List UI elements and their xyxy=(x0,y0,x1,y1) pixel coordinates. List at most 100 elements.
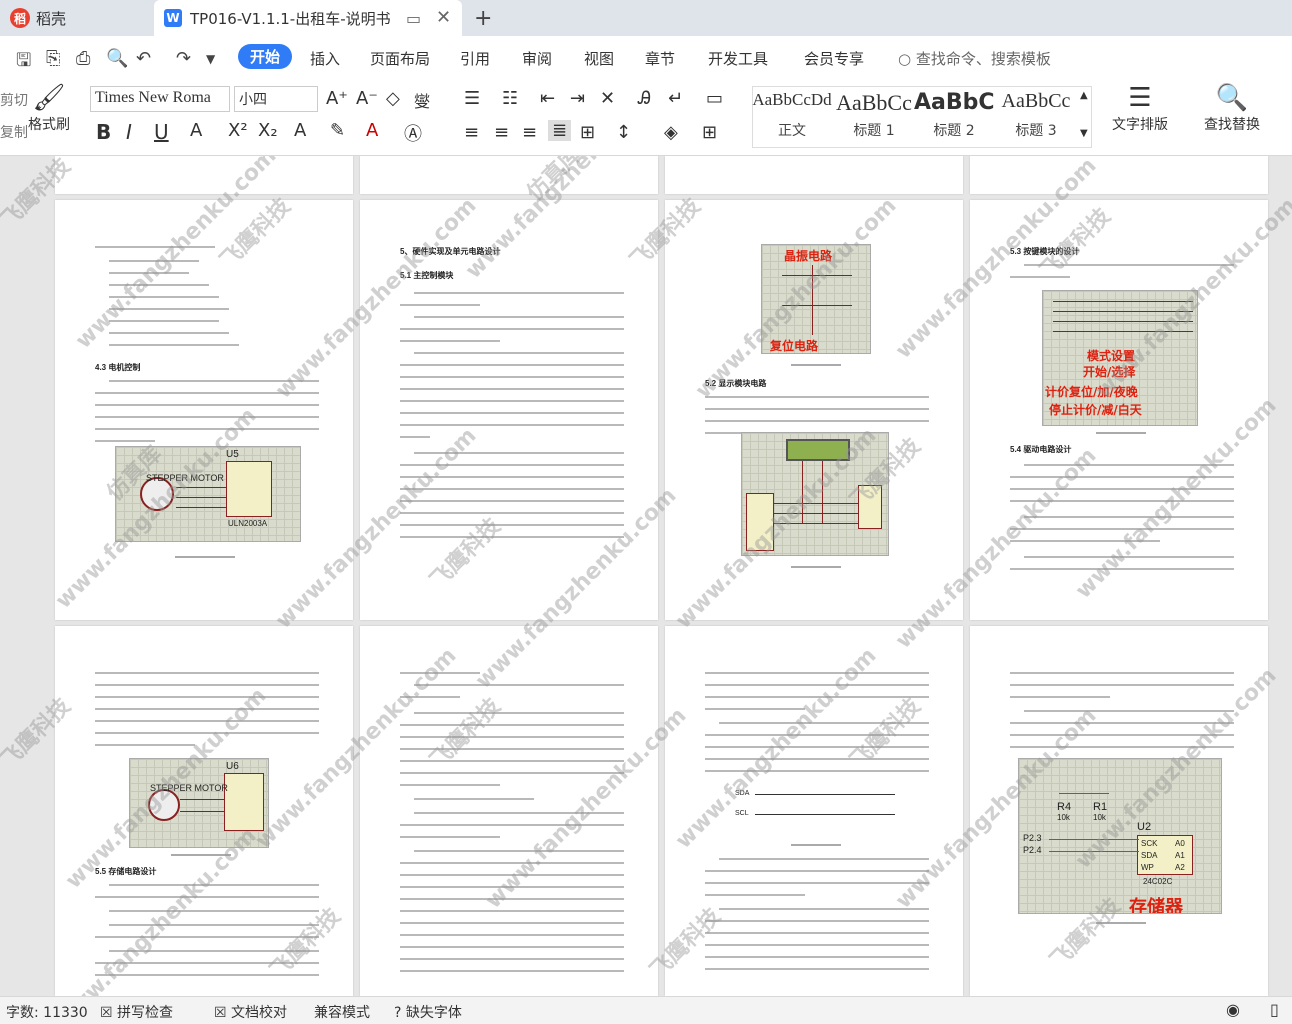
text-effect-icon[interactable]: A xyxy=(294,120,306,141)
resistor-r4-label: R4 xyxy=(1057,801,1072,813)
borders-icon[interactable]: ⊞ xyxy=(702,122,717,143)
section-heading: 4.3 电机控制 xyxy=(95,363,141,372)
text-layout-icon: ☰ xyxy=(1128,83,1152,113)
char-border-icon[interactable]: Ⓐ xyxy=(404,120,422,146)
copy-button[interactable]: 复制 xyxy=(0,122,28,142)
chinese-layout-icon[interactable]: ✕ xyxy=(600,88,615,109)
style-heading-2[interactable]: AaBbC 标题 2 xyxy=(914,90,994,146)
search-command[interactable]: ○ 查找命令、搜索模板 xyxy=(898,48,1051,69)
menu-dev-tools[interactable]: 开发工具 xyxy=(708,48,768,69)
close-tab-icon[interactable]: ✕ xyxy=(436,7,451,28)
phonetic-icon[interactable]: 燮 xyxy=(414,88,430,112)
pin-label: WP xyxy=(1141,863,1154,872)
align-right-icon[interactable]: ≡ xyxy=(522,122,537,143)
doc-proof-button[interactable]: ☒ 文档校对 xyxy=(214,1002,287,1022)
print-icon[interactable]: ⎙ xyxy=(76,48,90,69)
print-preview-icon[interactable]: 🔍 xyxy=(106,48,128,69)
menu-view[interactable]: 视图 xyxy=(584,48,614,69)
style-scroll-up-icon[interactable]: ▲ xyxy=(1080,90,1088,101)
menu-chapter[interactable]: 章节 xyxy=(645,48,675,69)
bullet-list-icon[interactable]: ☰ xyxy=(464,88,480,109)
style-normal[interactable]: AaBbCcDd 正文 xyxy=(752,90,832,146)
decrease-indent-icon[interactable]: ⇤ xyxy=(540,88,555,109)
subscript-icon[interactable]: X₂ xyxy=(258,120,278,141)
shading-icon[interactable]: ◈ xyxy=(664,122,678,143)
text-direction-icon[interactable]: Ꭿ xyxy=(638,88,651,109)
underline-icon[interactable]: U xyxy=(154,120,169,144)
line-break-icon[interactable]: ↵ xyxy=(668,88,683,109)
find-replace-button[interactable]: 🔍 查找替换 xyxy=(1204,82,1260,134)
docer-logo-icon: 稻 xyxy=(10,8,30,28)
save-icon[interactable]: 🖫 xyxy=(16,48,31,78)
new-tab-button[interactable]: + xyxy=(474,6,492,31)
crystal-reset-schematic: 晶振电路 复位电路 xyxy=(761,244,871,354)
page-view-icon[interactable]: ▯ xyxy=(1270,1000,1279,1019)
text-layout-button[interactable]: ☰ 文字排版 xyxy=(1112,82,1168,134)
wps-writer-window: 稻 稻壳 W TP016-V1.1.1-出租车-说明书 ▭ ✕ + 🖫 ⎘ ⎙ … xyxy=(0,0,1292,1024)
word-count[interactable]: 字数: 11330 xyxy=(6,1002,88,1022)
page-5: U6 STEPPER MOTOR 5.5 存储电路设计 xyxy=(55,626,353,996)
grow-font-icon[interactable]: A⁺ xyxy=(326,88,348,109)
distribute-icon[interactable]: ⊞ xyxy=(580,122,595,143)
justify-icon[interactable]: ≣ xyxy=(548,120,572,141)
numbered-list-icon[interactable]: ☷ xyxy=(502,88,518,109)
clear-format-icon[interactable]: ◇ xyxy=(386,88,400,109)
search-command-label: 查找命令、搜索模板 xyxy=(915,50,1051,68)
redo-icon[interactable]: ↷ xyxy=(176,48,191,69)
format-painter-label: 格式刷 xyxy=(28,117,70,133)
superscript-icon[interactable]: X² xyxy=(228,120,248,141)
shrink-font-icon[interactable]: A⁻ xyxy=(356,88,378,109)
missing-font-button[interactable]: ? 缺失字体 xyxy=(394,1002,462,1022)
ruler-icon[interactable]: ▭ xyxy=(706,88,723,109)
style-heading-3-name: 标题 3 xyxy=(1015,123,1057,139)
font-name-select[interactable]: Times New Roma xyxy=(90,86,230,112)
schematic-ref: U6 xyxy=(226,761,239,772)
cut-button[interactable]: 剪切 xyxy=(0,90,28,110)
status-bar: 字数: 11330 ☒ 拼写检查 ☒ 文档校对 兼容模式 ? 缺失字体 ◉ ▯ xyxy=(0,996,1292,1024)
style-heading-1-name: 标题 1 xyxy=(853,123,895,139)
document-area[interactable]: 4.3 电机控制 U5 ULN2003A STEPPER MOTOR 5、硬件实… xyxy=(0,156,1292,996)
menu-insert[interactable]: 插入 xyxy=(310,48,340,69)
writer-doc-icon: W xyxy=(164,9,182,27)
page-4: 5.3 按键模块的设计 模式设置 开始/选择 计价复位/加/夜晚 停止计价/减/… xyxy=(970,200,1268,620)
keypad-schematic: 模式设置 开始/选择 计价复位/加/夜晚 停止计价/减/白天 xyxy=(1042,290,1198,426)
menu-reference[interactable]: 引用 xyxy=(460,48,490,69)
page xyxy=(970,156,1268,194)
schematic-label: STEPPER MOTOR xyxy=(146,473,224,483)
key-label: 停止计价/减/白天 xyxy=(1049,403,1142,417)
bold-icon[interactable]: B xyxy=(96,120,111,144)
subsection-heading: 5.2 显示模块电路 xyxy=(705,379,767,388)
schematic-ref: U5 xyxy=(226,449,239,460)
menu-review[interactable]: 审阅 xyxy=(522,48,552,69)
style-heading-1[interactable]: AaBbCc 标题 1 xyxy=(834,90,914,146)
doc-proof-label: 文档校对 xyxy=(231,1005,288,1021)
menu-page-layout[interactable]: 页面布局 xyxy=(370,48,430,69)
export-pdf-icon[interactable]: ⎘ xyxy=(46,48,60,69)
line-spacing-icon[interactable]: ↕ xyxy=(616,122,631,143)
strikethrough-icon[interactable]: A xyxy=(190,120,202,141)
spell-check-button[interactable]: ☒ 拼写检查 xyxy=(100,1002,173,1022)
screen-icon[interactable]: ▭ xyxy=(406,9,421,28)
format-painter-button[interactable]: 🖌 格式刷 xyxy=(28,82,70,134)
menu-start[interactable]: 开始 xyxy=(238,44,293,69)
resistor-r4-value: 10k xyxy=(1057,813,1070,822)
page-6 xyxy=(360,626,658,996)
tab-home[interactable]: 稻 稻壳 xyxy=(0,0,152,36)
style-more-icon[interactable]: ▼ xyxy=(1080,128,1088,139)
page-3: 晶振电路 复位电路 5.2 显示模块电路 xyxy=(665,200,963,620)
eye-protection-icon[interactable]: ◉ xyxy=(1226,1000,1240,1019)
menu-member[interactable]: 会员专享 xyxy=(804,48,864,69)
undo-icon[interactable]: ↶ xyxy=(136,48,151,69)
chip-name: ULN2003A xyxy=(228,519,268,528)
italic-icon[interactable]: I xyxy=(126,120,132,144)
tab-document[interactable]: W TP016-V1.1.1-出租车-说明书 ▭ ✕ xyxy=(154,0,462,36)
increase-indent-icon[interactable]: ⇥ xyxy=(570,88,585,109)
style-heading-3[interactable]: AaBbCc 标题 3 xyxy=(996,90,1076,146)
highlight-icon[interactable]: ✎ xyxy=(330,120,345,141)
compat-mode-label: 兼容模式 xyxy=(314,1005,370,1021)
quick-access-dropdown-icon[interactable]: ▼ xyxy=(206,52,215,66)
align-center-icon[interactable]: ≡ xyxy=(494,122,509,143)
font-color-icon[interactable]: A xyxy=(366,120,378,141)
font-size-select[interactable]: 小四 xyxy=(234,86,318,112)
align-left-icon[interactable]: ≡ xyxy=(464,122,479,143)
